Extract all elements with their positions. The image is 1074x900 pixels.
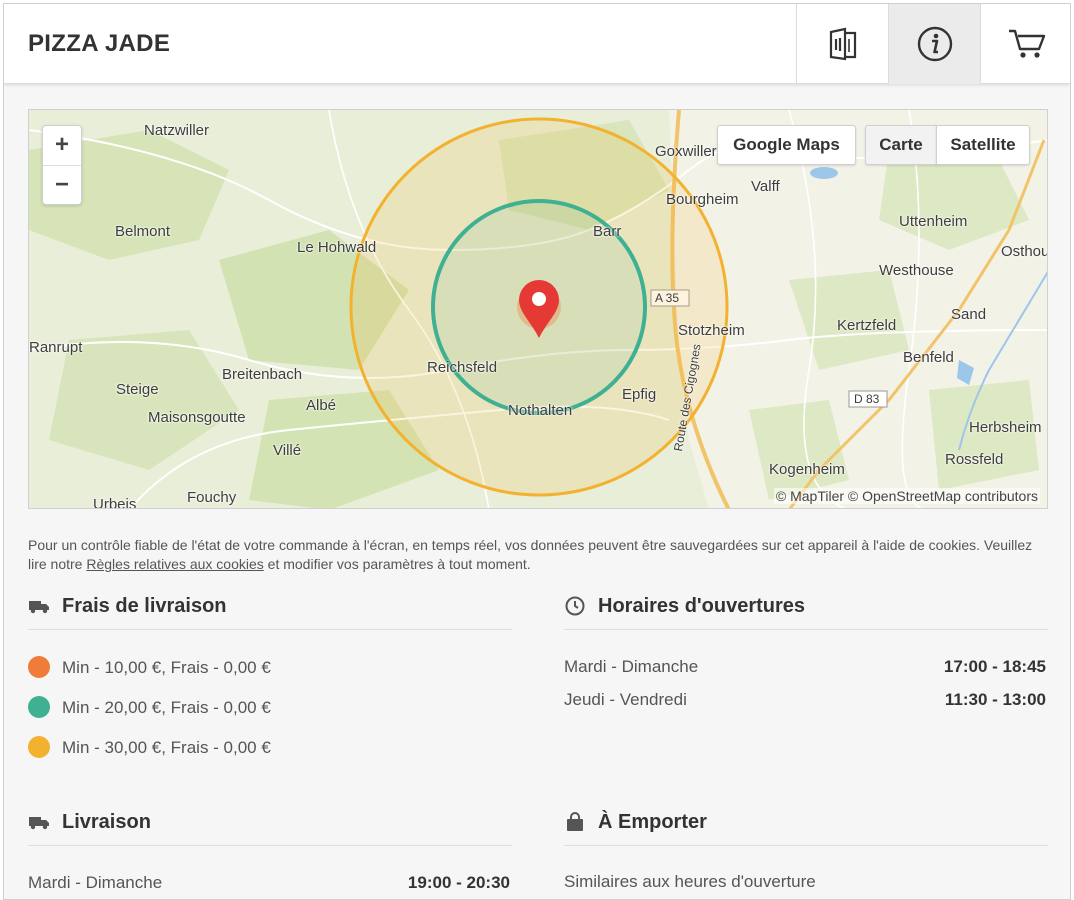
cart-icon bbox=[1008, 29, 1045, 58]
place-label: Steige bbox=[116, 381, 159, 398]
place-label: Le Hohwald bbox=[297, 239, 377, 256]
opening-hours-heading: Horaires d'ouvertures bbox=[564, 591, 805, 621]
road-label-a35: A 35 bbox=[655, 291, 680, 305]
zone-fee-text: Min - 30,00 €, Frais - 0,00 € bbox=[62, 738, 271, 757]
place-label: Rossfeld bbox=[945, 451, 1004, 468]
place-label: Barr bbox=[593, 223, 622, 240]
header-bar: PIZZA JADE bbox=[4, 4, 1070, 84]
restaurant-title: PIZZA JADE bbox=[28, 30, 171, 57]
cart-button[interactable] bbox=[980, 4, 1070, 84]
zoom-in-button[interactable]: + bbox=[43, 126, 81, 166]
hours-time: 11:30 - 13:00 bbox=[944, 690, 1046, 709]
zone-color-dot-teal bbox=[28, 696, 50, 718]
menu-button[interactable] bbox=[796, 4, 888, 84]
place-label: Ranrupt bbox=[29, 339, 83, 356]
takeaway-text: Similaires aux heures d'ouverture bbox=[564, 872, 816, 891]
truck-icon bbox=[28, 811, 50, 833]
place-label: Goxwiller bbox=[655, 143, 717, 160]
delivery-fees-heading: Frais de livraison bbox=[28, 591, 227, 621]
place-label: Breitenbach bbox=[222, 366, 303, 383]
cookie-policy-link[interactable]: Règles relatives aux cookies bbox=[86, 556, 263, 572]
place-label: Stotzheim bbox=[678, 322, 745, 339]
zone-fee-text: Min - 10,00 €, Frais - 0,00 € bbox=[62, 658, 271, 677]
map-attribution: © MapTiler © OpenStreetMap contributors bbox=[773, 488, 1040, 504]
zone-color-dot-orange bbox=[28, 656, 50, 678]
clock-icon bbox=[564, 595, 586, 617]
info-icon bbox=[917, 26, 952, 62]
zone-fee-text: Min - 20,00 €, Frais - 0,00 € bbox=[62, 698, 271, 717]
app-frame: PIZZA JADE Natzwiller Goxwiller Valff Bo… bbox=[3, 3, 1071, 900]
hours-days: Mardi - Dimanche bbox=[564, 657, 699, 676]
place-label: Villé bbox=[273, 442, 302, 459]
shopping-bag-icon bbox=[564, 811, 586, 833]
place-label: Benfeld bbox=[903, 349, 954, 366]
truck-icon bbox=[28, 595, 50, 617]
place-label: Osthou bbox=[1001, 243, 1048, 260]
info-button[interactable] bbox=[888, 4, 980, 84]
place-label: Maisonsgoutte bbox=[148, 409, 246, 426]
divider bbox=[28, 845, 512, 846]
hours-time: 17:00 - 18:45 bbox=[943, 657, 1046, 676]
place-label: Uttenheim bbox=[899, 213, 968, 230]
delivery-fees-title: Frais de livraison bbox=[62, 594, 227, 617]
delivery-heading: Livraison bbox=[28, 807, 151, 837]
zoom-control: + − bbox=[42, 125, 82, 205]
place-label: Nothalten bbox=[508, 402, 573, 419]
menu-book-icon bbox=[829, 27, 856, 61]
map-type-carte-button[interactable]: Carte bbox=[865, 125, 937, 165]
delivery-title: Livraison bbox=[62, 810, 151, 833]
place-label: Bourgheim bbox=[666, 191, 739, 208]
takeaway-title: À Emporter bbox=[598, 810, 707, 833]
place-label: Fouchy bbox=[187, 489, 237, 506]
opening-hours-title: Horaires d'ouvertures bbox=[598, 594, 806, 617]
divider bbox=[28, 629, 512, 630]
place-label: Natzwiller bbox=[144, 122, 210, 139]
place-label: Herbsheim bbox=[969, 419, 1042, 436]
place-label: Belmont bbox=[115, 223, 171, 240]
place-label: Kertzfeld bbox=[837, 317, 897, 334]
place-label: Kogenheim bbox=[769, 461, 845, 478]
divider bbox=[564, 629, 1048, 630]
delivery-days: Mardi - Dimanche bbox=[28, 873, 163, 892]
map-type-satellite-button[interactable]: Satellite bbox=[936, 125, 1030, 165]
delivery-time: 19:00 - 20:30 bbox=[407, 873, 510, 892]
zone-color-dot-yellow bbox=[28, 736, 50, 758]
place-label: Urbeis bbox=[93, 496, 137, 509]
cookie-notice: Pour un contrôle fiable de l'état de vot… bbox=[28, 536, 1048, 574]
google-maps-button[interactable]: Google Maps bbox=[717, 125, 856, 165]
place-label: Epfig bbox=[622, 386, 657, 403]
hours-days: Jeudi - Vendredi bbox=[564, 690, 687, 709]
cookie-text-after: et modifier vos paramètres à tout moment… bbox=[263, 556, 531, 572]
delivery-map[interactable]: Natzwiller Goxwiller Valff Bourgheim Bel… bbox=[28, 109, 1048, 509]
road-label-d83: D 83 bbox=[854, 392, 880, 406]
place-label: Reichsfeld bbox=[427, 359, 498, 376]
map-canvas bbox=[29, 110, 1047, 508]
divider bbox=[564, 845, 1048, 846]
takeaway-heading: À Emporter bbox=[564, 807, 707, 837]
zoom-out-button[interactable]: − bbox=[43, 166, 81, 206]
place-label: Albé bbox=[306, 397, 337, 414]
place-label: Westhouse bbox=[879, 262, 954, 279]
place-label: Sand bbox=[951, 306, 987, 323]
place-label: Valff bbox=[751, 178, 780, 195]
